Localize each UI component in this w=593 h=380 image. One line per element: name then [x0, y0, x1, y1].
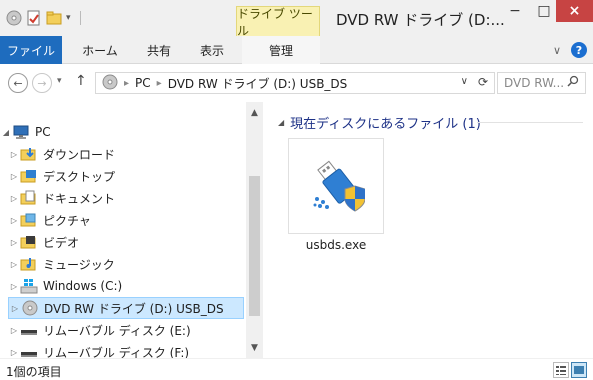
- tree-item-documents[interactable]: ▷ ドキュメント: [8, 187, 115, 209]
- tree-expand-arrow[interactable]: ▷: [9, 304, 21, 313]
- tree-expand-arrow[interactable]: ▷: [8, 348, 20, 357]
- drive-tools-context-tab[interactable]: ドライブ ツール: [236, 6, 320, 38]
- dvd-drive-icon: [21, 300, 39, 316]
- navigation-pane: ◢ PC ▷ ダウンロード ▷ デスクトップ ▷ ドキュメント ▷ ピクチャ ▷: [0, 102, 264, 360]
- tree-item-removable-e[interactable]: ▷ リムーバブル ディスク (E:): [8, 319, 191, 341]
- tree-item-label: ピクチャ: [43, 213, 91, 228]
- up-button[interactable]: ↑: [75, 73, 87, 89]
- group-header[interactable]: ◢ 現在ディスクにあるファイル (1): [278, 113, 481, 132]
- windows-drive-icon: [20, 278, 38, 294]
- breadcrumb-separator[interactable]: ▸: [124, 78, 129, 89]
- tree-expand-arrow[interactable]: ▷: [8, 238, 20, 247]
- tree-expand-arrow[interactable]: ▷: [8, 216, 20, 225]
- breadcrumb-pc[interactable]: PC: [135, 76, 151, 90]
- ribbon-tabs: ファイル ホーム 共有 表示 管理 ∨ ?: [0, 36, 593, 64]
- large-icons-view-icon[interactable]: [571, 362, 587, 378]
- pictures-folder-icon: [20, 212, 38, 228]
- refresh-icon[interactable]: ⟳: [478, 75, 488, 89]
- ribbon-controls: ∨ ?: [553, 42, 587, 58]
- tab-file[interactable]: ファイル: [0, 36, 62, 64]
- tree-expand-arrow[interactable]: ▷: [8, 172, 20, 181]
- tree-item-label: ビデオ: [43, 235, 80, 250]
- tree-expand-arrow[interactable]: ▷: [8, 282, 20, 291]
- videos-folder-icon: [20, 234, 38, 250]
- breadcrumb-separator[interactable]: ▸: [157, 78, 162, 89]
- item-count: 1個の項目: [6, 365, 62, 379]
- file-list-pane: ◢ 現在ディスクにあるファイル (1) usbds.exe: [265, 102, 593, 358]
- help-icon[interactable]: ?: [571, 42, 587, 58]
- forward-button[interactable]: →: [32, 73, 52, 93]
- tree-item-label: リムーバブル ディスク (E:): [43, 323, 191, 338]
- minimize-button[interactable]: −: [500, 0, 530, 22]
- tree-expand-arrow[interactable]: ▷: [8, 150, 20, 159]
- tree-item-windows-c[interactable]: ▷ Windows (C:): [8, 275, 122, 297]
- details-view-icon[interactable]: [553, 362, 569, 378]
- breadcrumb-current[interactable]: DVD RW ドライブ (D:) USB_DS: [168, 75, 348, 92]
- status-bar: 1個の項目: [0, 358, 593, 380]
- tree-item-label: ダウンロード: [43, 147, 116, 162]
- tree-item-downloads[interactable]: ▷ ダウンロード: [8, 143, 115, 165]
- maximize-button[interactable]: □: [530, 0, 558, 22]
- scroll-down-icon[interactable]: ▼: [246, 339, 263, 356]
- tree-item-label: PC: [35, 125, 51, 139]
- group-divider: [477, 122, 583, 123]
- view-switcher: [553, 362, 587, 378]
- window-title: DVD RW ドライブ (D:...: [336, 11, 505, 29]
- scrollbar-thumb[interactable]: [249, 176, 260, 316]
- tree-item-label: DVD RW ドライブ (D:) USB_DS: [44, 301, 224, 316]
- tree-expand-arrow[interactable]: ▷: [8, 194, 20, 203]
- file-name-label[interactable]: usbds.exe: [288, 238, 384, 252]
- desktop-folder-icon: [20, 168, 38, 184]
- qat-separator: [80, 11, 81, 25]
- search-icon[interactable]: [567, 75, 579, 90]
- documents-folder-icon: [20, 190, 38, 206]
- tree-expand-arrow[interactable]: ▷: [8, 326, 20, 335]
- recent-locations-icon[interactable]: ▾: [57, 76, 62, 86]
- address-dropdown-icon[interactable]: ∨: [461, 76, 468, 87]
- new-folder-icon[interactable]: [46, 10, 62, 26]
- back-button[interactable]: ←: [8, 73, 28, 93]
- search-placeholder: DVD RW...: [504, 76, 565, 90]
- tab-manage[interactable]: 管理: [242, 36, 320, 64]
- quick-access-toolbar: ▾: [6, 7, 81, 29]
- download-folder-icon: [20, 146, 38, 162]
- properties-icon[interactable]: [26, 10, 42, 26]
- tree-item-dvd-d[interactable]: ▷ DVD RW ドライブ (D:) USB_DS: [8, 297, 244, 319]
- tree-item-label: Windows (C:): [43, 279, 123, 293]
- tree-item-desktop[interactable]: ▷ デスクトップ: [8, 165, 115, 187]
- tree-item-music[interactable]: ▷ ミュージック: [8, 253, 115, 275]
- tree-item-label: ドキュメント: [43, 191, 116, 206]
- tree-expand-arrow[interactable]: ▷: [8, 260, 20, 269]
- address-dvd-icon: [102, 74, 118, 93]
- scroll-up-icon[interactable]: ▲: [246, 104, 263, 121]
- collapse-group-icon[interactable]: ◢: [278, 118, 284, 127]
- nav-scrollbar[interactable]: ▲ ▼: [246, 102, 263, 358]
- usb-shield-app-icon: [311, 159, 366, 216]
- tab-home[interactable]: ホーム: [78, 36, 122, 64]
- tree-item-videos[interactable]: ▷ ビデオ: [8, 231, 79, 253]
- pc-icon: [12, 124, 30, 140]
- close-button[interactable]: ×: [556, 0, 593, 22]
- tree-item-label: ミュージック: [43, 257, 115, 272]
- removable-disk-icon: [20, 322, 38, 338]
- tree-item-pictures[interactable]: ▷ ピクチャ: [8, 209, 91, 231]
- title-bar: ▾ ドライブ ツール DVD RW ドライブ (D:... − □ ×: [0, 0, 593, 38]
- tree-expand-arrow[interactable]: ◢: [0, 128, 12, 137]
- music-folder-icon: [20, 256, 38, 272]
- search-input[interactable]: DVD RW...: [497, 72, 586, 94]
- tree-item-label: デスクトップ: [43, 169, 116, 184]
- tab-view[interactable]: 表示: [190, 36, 234, 64]
- tab-share[interactable]: 共有: [139, 36, 179, 64]
- expand-ribbon-icon[interactable]: ∨: [553, 44, 561, 57]
- tree-item-pc[interactable]: ◢ PC: [0, 121, 51, 143]
- dvd-drive-icon: [6, 10, 22, 26]
- group-header-label: 現在ディスクにあるファイル (1): [290, 117, 481, 132]
- address-bar[interactable]: ▸ PC ▸ DVD RW ドライブ (D:) USB_DS ∨ ⟳: [95, 72, 495, 94]
- file-item-usbds[interactable]: [288, 138, 384, 234]
- customize-qat-icon[interactable]: ▾: [66, 10, 76, 26]
- address-toolbar: ← → ▾ ↑ ▸ PC ▸ DVD RW ドライブ (D:) USB_DS ∨…: [0, 64, 593, 102]
